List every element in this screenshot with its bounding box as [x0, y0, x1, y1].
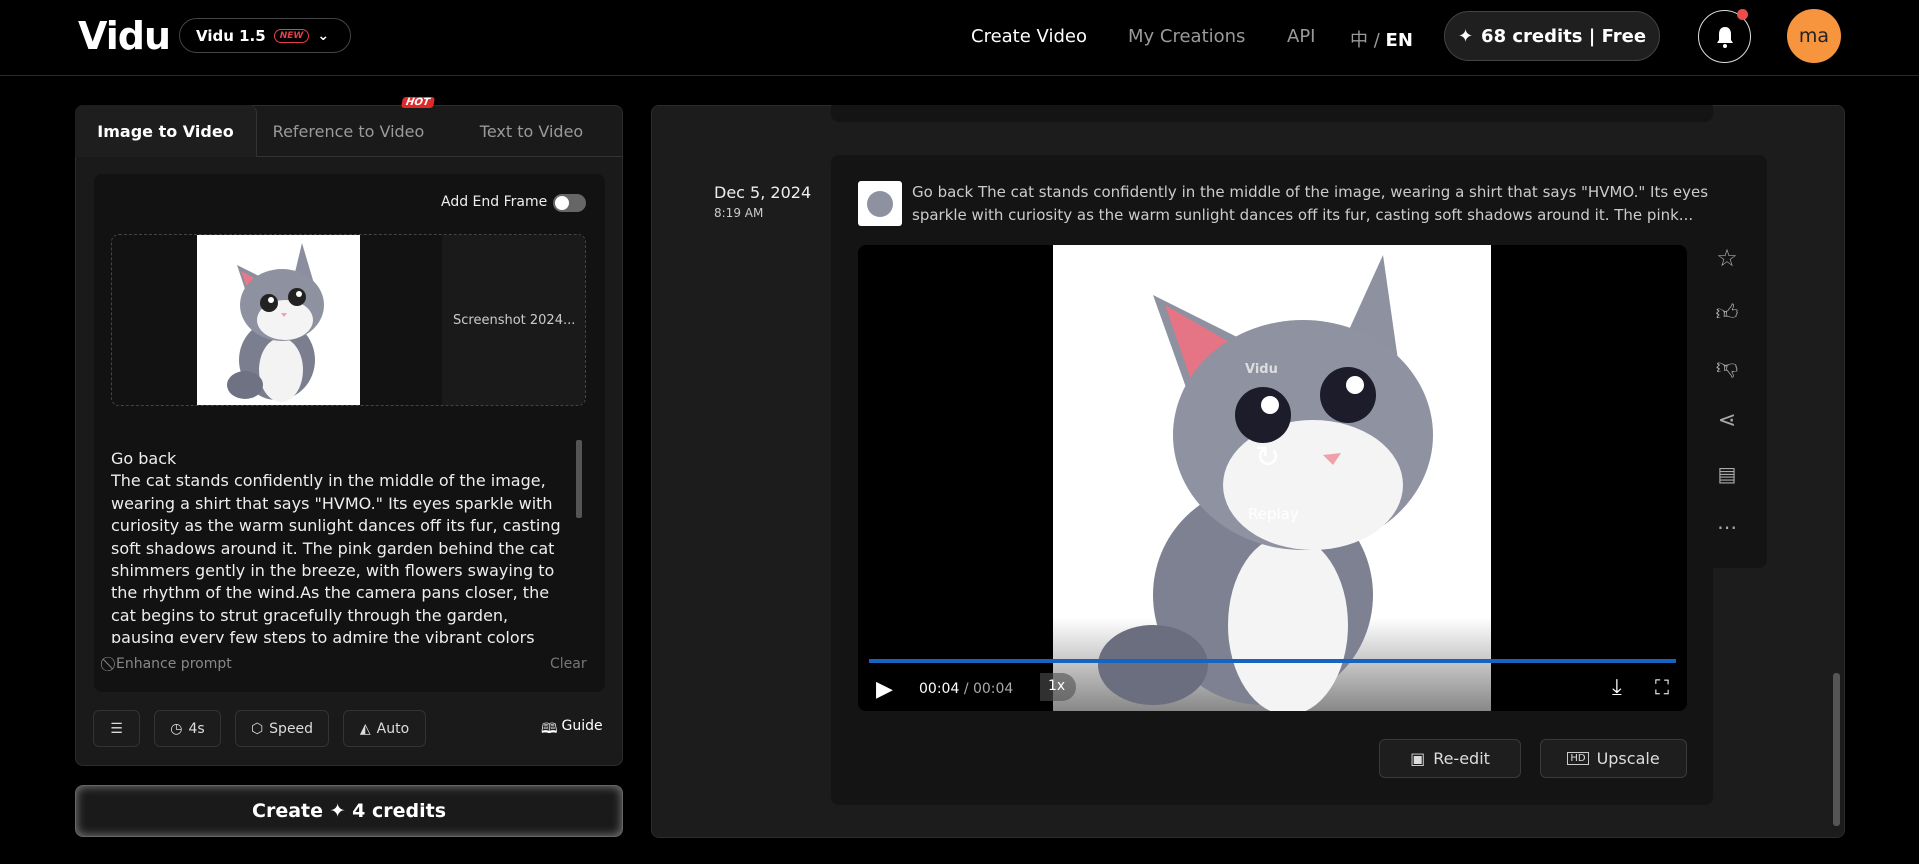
notification-dot [1737, 9, 1748, 20]
tab-text-to-video[interactable]: Text to Video [440, 105, 623, 157]
camera-movement-icon: ◭ [359, 720, 371, 737]
add-end-frame-toggle[interactable] [553, 194, 586, 212]
lang-zh: 中 [1350, 30, 1368, 51]
re-edit-label: Re-edit [1433, 749, 1490, 768]
sparkle-icon: ✦ [1457, 25, 1474, 47]
uploaded-image [197, 235, 360, 405]
nav-create-video[interactable]: Create Video [971, 26, 1087, 47]
current-time: 00:04 [919, 681, 960, 697]
guide-link[interactable]: 🕮 Guide [541, 718, 603, 742]
cat-video-image [1098, 255, 1433, 711]
thumbs-down-icon[interactable]: 👎︎ [1713, 352, 1741, 380]
nav-my-creations[interactable]: My Creations [1128, 26, 1245, 47]
tab-reference-to-video[interactable]: Reference to Video [257, 105, 440, 157]
video-edit-icon: ▣ [1410, 749, 1426, 768]
time-display: 00:04 / 00:04 [919, 681, 1013, 697]
fullscreen-icon[interactable]: ⛶ [1655, 675, 1669, 699]
credits-label: 68 credits | Free [1481, 25, 1647, 47]
panel-scrollbar[interactable] [1833, 673, 1840, 826]
duration-button[interactable]: ◷ 4s [154, 710, 221, 747]
sliders-icon: ☰ [110, 720, 123, 737]
lang-en: EN [1385, 30, 1413, 51]
auto-label: Auto [376, 720, 410, 737]
tab-image-to-video[interactable]: Image to Video [75, 105, 257, 157]
prompt-scrollbar[interactable] [576, 440, 582, 518]
prompt-thumbnail [858, 181, 902, 226]
clear-button[interactable]: Clear [550, 656, 587, 672]
book-icon: 🕮 [541, 721, 558, 737]
re-edit-button[interactable]: ▣ Re-edit [1379, 739, 1521, 778]
cat-image [227, 243, 324, 402]
enhance-prompt-toggle[interactable]: ⃠Enhance prompt [111, 656, 232, 672]
vidu-watermark: Vidu [1245, 362, 1278, 377]
play-icon[interactable]: ▶ [876, 677, 893, 702]
auto-button[interactable]: ◭ Auto [343, 710, 426, 747]
add-end-frame-label: Add End Frame [441, 194, 548, 210]
prompt-textarea[interactable]: Go back The cat stands confidently in th… [111, 448, 571, 643]
replay-label[interactable]: Replay [1248, 505, 1299, 523]
file-name: Screenshot 2024... [453, 313, 576, 328]
speed-button[interactable]: ⬡ Speed [235, 710, 329, 747]
image-upload-area[interactable]: Screenshot 2024... [111, 234, 586, 406]
credits-button[interactable]: ✦ 68 credits | Free [1444, 11, 1660, 61]
details-icon[interactable]: ▤ [1713, 460, 1741, 488]
nav-api[interactable]: API [1287, 26, 1315, 47]
settings-button[interactable]: ☰ [93, 710, 140, 747]
creation-prompt: Go back The cat stands confidently in th… [912, 183, 1709, 224]
model-name: Vidu 1.5 [196, 26, 266, 45]
avatar[interactable]: ma [1787, 9, 1841, 63]
create-button[interactable]: Create ✦ 4 credits [75, 785, 623, 837]
cube-icon: ⬡ [250, 720, 264, 737]
creation-date: Dec 5, 2024 [714, 183, 812, 202]
tab-divider [257, 156, 623, 157]
progress-bar[interactable] [869, 659, 1676, 663]
duration-label: 4s [188, 720, 205, 737]
new-badge: NEW [273, 28, 310, 43]
chevron-down-icon: ⌄ [317, 27, 330, 44]
language-switch[interactable]: 中 / EN [1350, 26, 1413, 52]
star-icon[interactable]: ☆ [1713, 244, 1741, 272]
bell-icon [1716, 26, 1733, 48]
share-icon[interactable]: ⋖ [1713, 406, 1741, 434]
vidu-logo[interactable]: Vidu [78, 14, 171, 58]
hot-badge: HOT [401, 97, 435, 108]
enhance-prompt-label: Enhance prompt [116, 656, 232, 672]
replay-icon[interactable]: ↻ [1255, 440, 1280, 475]
lang-separator: / [1373, 30, 1380, 51]
model-selector[interactable]: Vidu 1.5 NEW ⌄ [179, 18, 351, 53]
speed-label: Speed [269, 720, 314, 737]
timer-icon: ◷ [170, 720, 183, 737]
more-icon[interactable]: ⋯ [1713, 513, 1741, 541]
video-player[interactable]: Vidu ↻ Replay ▶ 00:04 / 00:04 1x ⤓ ⛶ [858, 245, 1687, 711]
guide-label: Guide [561, 718, 603, 734]
creation-time: 8:19 AM [714, 206, 764, 220]
total-duration: / 00:04 [963, 681, 1014, 697]
upscale-button[interactable]: HD Upscale [1540, 739, 1687, 778]
upscale-label: Upscale [1596, 749, 1660, 768]
thumbs-up-icon[interactable]: 👍︎ [1713, 298, 1741, 326]
previous-card [831, 105, 1713, 122]
playback-speed[interactable]: 1x [1040, 673, 1076, 701]
video-frame [1053, 245, 1491, 711]
hd-icon: HD [1567, 752, 1589, 765]
download-icon[interactable]: ⤓ [1612, 675, 1622, 700]
